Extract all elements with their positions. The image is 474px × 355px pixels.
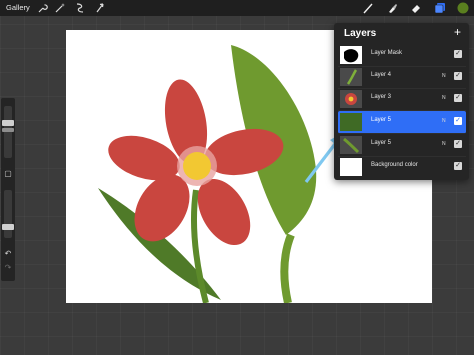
modify-button[interactable]: ▢: [4, 170, 12, 178]
gallery-button[interactable]: Gallery: [6, 3, 30, 12]
flower-center: [183, 152, 211, 180]
layers-title: Layers: [344, 28, 377, 39]
layer-name: Background color: [371, 162, 418, 168]
layer-name: Layer 5: [371, 117, 392, 123]
smudge-icon[interactable]: [387, 2, 399, 14]
layers-panel: Layers + Layer Mask ✓ Layer 4 N ✓ Layer …: [334, 23, 469, 180]
layer-visibility-checkbox[interactable]: ✓: [454, 94, 462, 102]
redo-icon[interactable]: ↷: [4, 264, 12, 272]
layer-name: Layer 4: [371, 72, 392, 78]
layers-icon[interactable]: [434, 2, 446, 14]
top-toolbar: Gallery: [0, 0, 474, 16]
brush-size-knob[interactable]: [2, 120, 14, 126]
layer-name: Layer Mask: [371, 50, 403, 56]
blend-mode[interactable]: N: [442, 141, 446, 147]
layer-row-mask[interactable]: Layer Mask ✓: [338, 44, 466, 67]
layer-visibility-checkbox[interactable]: ✓: [454, 72, 462, 80]
blend-mode[interactable]: N: [442, 73, 446, 79]
layer-name: Layer 5: [371, 140, 392, 146]
layer-visibility-checkbox[interactable]: ✓: [454, 117, 462, 125]
eraser-icon[interactable]: [410, 2, 422, 14]
color-swatch-icon[interactable]: [457, 2, 469, 14]
blend-mode[interactable]: N: [442, 118, 446, 124]
layer-row[interactable]: Layer 4 N ✓: [338, 66, 466, 89]
opacity-slider[interactable]: [4, 190, 12, 238]
selection-icon[interactable]: [74, 2, 86, 14]
layer-thumbnail: [340, 136, 362, 154]
layer-thumbnail: [340, 113, 362, 131]
layer-visibility-checkbox[interactable]: ✓: [454, 162, 462, 170]
layer-row[interactable]: Layer 3 N ✓: [338, 88, 466, 111]
wrench-icon[interactable]: [36, 2, 48, 14]
layer-thumbnail: [340, 90, 362, 108]
undo-icon[interactable]: ↶: [4, 250, 12, 258]
opacity-knob[interactable]: [2, 224, 14, 230]
magic-wand-icon[interactable]: [54, 2, 66, 14]
brush-icon[interactable]: [362, 2, 374, 14]
blend-mode[interactable]: N: [442, 95, 446, 101]
brush-sidebar: ▢ ↶ ↷: [1, 98, 15, 281]
layer-visibility-checkbox[interactable]: ✓: [454, 140, 462, 148]
add-layer-button[interactable]: +: [454, 25, 461, 39]
layer-row-selected[interactable]: Layer 5 N ✓: [338, 111, 466, 134]
layer-thumbnail: [340, 68, 362, 86]
layer-thumbnail: [340, 46, 362, 64]
brush-size-secondary: [2, 128, 14, 132]
layer-visibility-checkbox[interactable]: ✓: [454, 50, 462, 58]
transform-icon[interactable]: [94, 2, 106, 14]
layer-name: Layer 3: [371, 94, 392, 100]
layer-thumbnail: [340, 158, 362, 176]
layer-row[interactable]: Layer 5 N ✓: [338, 134, 466, 157]
brush-size-slider[interactable]: [4, 106, 12, 158]
layer-row-background[interactable]: Background color ✓: [338, 156, 466, 178]
right-stem: [280, 233, 295, 303]
